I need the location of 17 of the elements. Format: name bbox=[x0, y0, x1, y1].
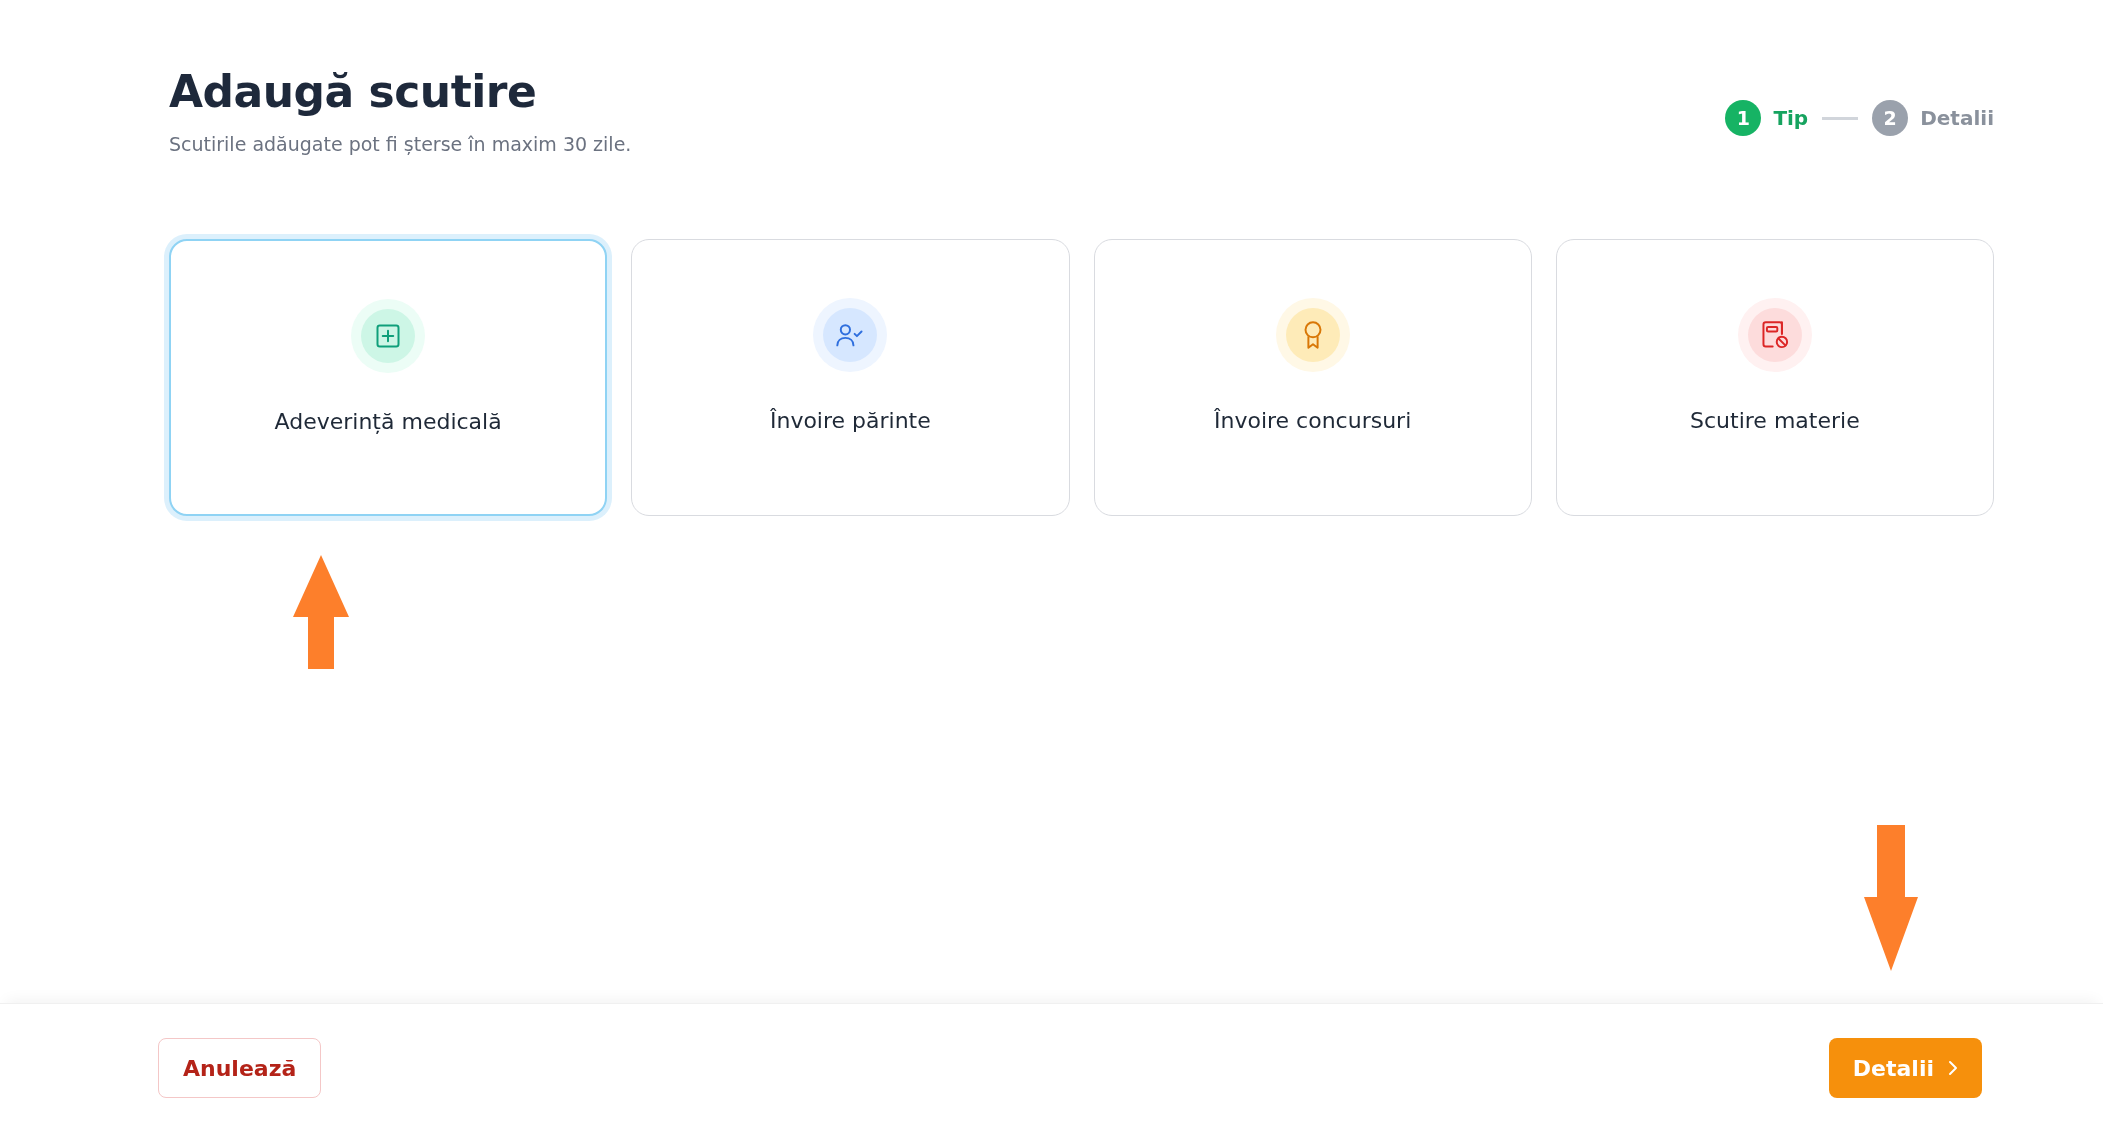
option-label: Învoire părinte bbox=[769, 408, 931, 433]
option-card[interactable]: Învoire concursuri bbox=[1093, 239, 1532, 516]
step-number: 2 bbox=[1872, 100, 1909, 136]
step-number: 1 bbox=[1725, 100, 1762, 136]
page-subtitle: Scutirile adăugate pot fi șterse în maxim 30 zile. bbox=[169, 133, 632, 155]
option-label: Scutire materie bbox=[1690, 408, 1860, 433]
step-label: Tip bbox=[1773, 106, 1809, 130]
chevron-right-icon bbox=[1948, 1060, 1958, 1076]
option-card[interactable]: Scutire materie bbox=[1555, 239, 1994, 516]
cancel-button[interactable]: Anulează bbox=[158, 1038, 322, 1098]
page-title: Adaugă scutire bbox=[169, 66, 538, 117]
step-label: Detalii bbox=[1920, 106, 1994, 130]
option-label: Adeverință medicală bbox=[274, 409, 502, 434]
option-card[interactable]: Învoire părinte bbox=[631, 239, 1070, 516]
arrow-down-icon bbox=[1864, 825, 1918, 971]
arrow-up-icon bbox=[293, 555, 349, 669]
option-label: Învoire concursuri bbox=[1214, 408, 1412, 433]
